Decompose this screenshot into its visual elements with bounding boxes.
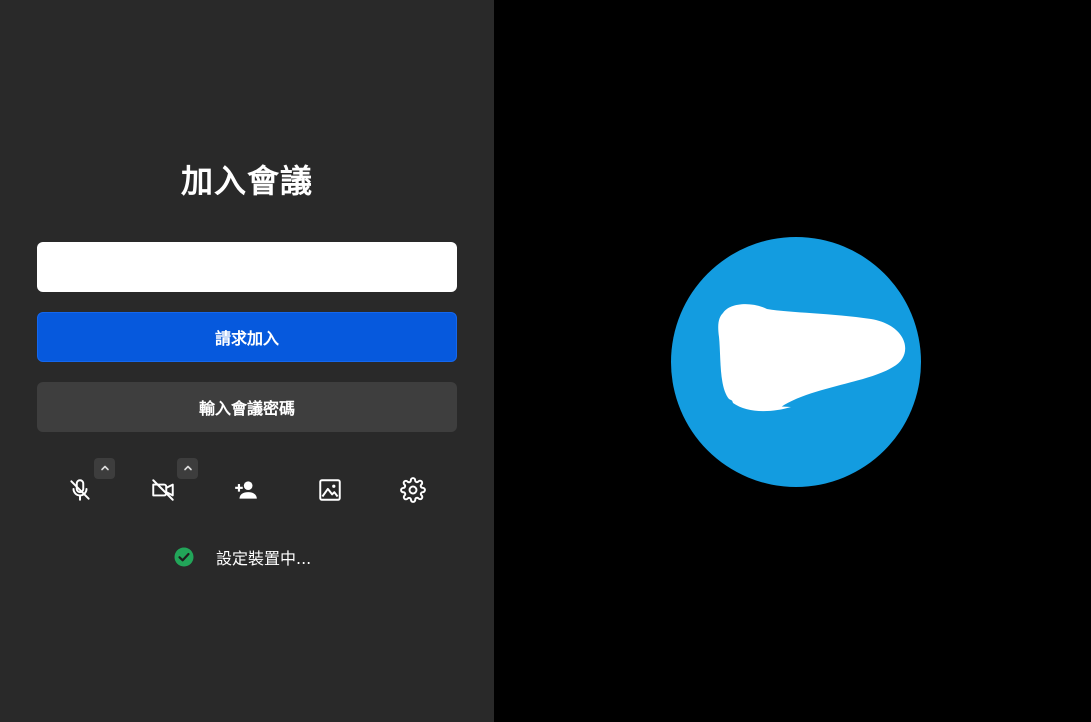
device-status: 設定裝置中... [174, 544, 311, 570]
settings-button[interactable] [391, 470, 435, 514]
status-text: 設定裝置中... [216, 549, 312, 568]
chevron-up-icon [99, 459, 111, 478]
enter-password-button[interactable]: 輸入會議密碼 [37, 382, 457, 432]
join-meeting-screen: 加入會議 請求加入 輸入會議密碼 設定裝置中... [0, 0, 1091, 722]
avatar-redaction [718, 304, 906, 412]
add-person-icon [233, 477, 259, 507]
background-button[interactable] [308, 470, 352, 514]
camera-off-icon [150, 477, 176, 507]
image-icon [317, 477, 343, 507]
invite-people-button[interactable] [224, 470, 268, 514]
avatar [671, 237, 921, 487]
enter-password-label: 輸入會議密碼 [198, 399, 295, 418]
gear-icon [400, 477, 426, 507]
mic-off-icon [67, 477, 93, 507]
mic-options-button[interactable] [94, 458, 115, 479]
page-title: 加入會議 [180, 162, 313, 200]
display-name-input[interactable] [37, 242, 457, 292]
check-circle-icon [174, 547, 194, 567]
join-panel: 加入會議 請求加入 輸入會議密碼 設定裝置中... [0, 0, 494, 722]
video-preview [494, 0, 1091, 722]
request-join-button[interactable]: 請求加入 [37, 312, 457, 362]
camera-options-button[interactable] [177, 458, 198, 479]
chevron-up-icon [182, 459, 194, 478]
request-join-label: 請求加入 [214, 329, 279, 348]
